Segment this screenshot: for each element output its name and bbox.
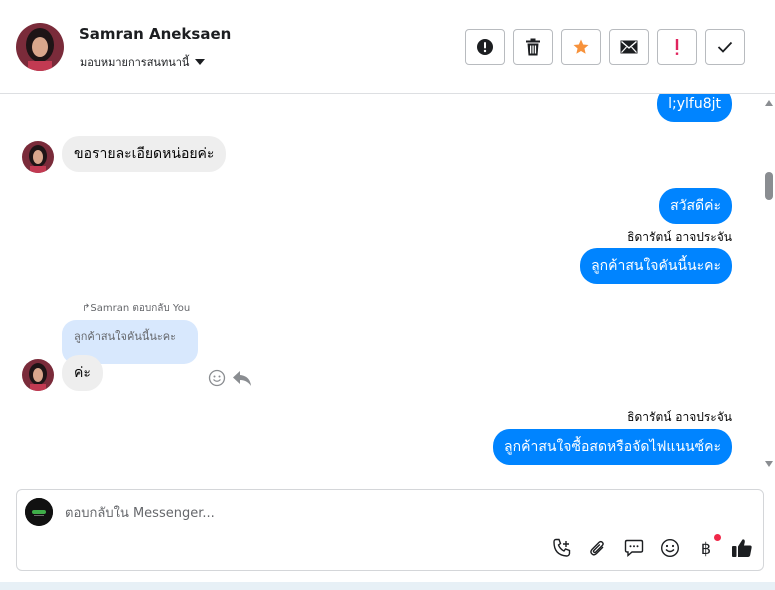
thumbs-up-icon	[732, 539, 752, 557]
message-thread[interactable]: l;ylfu8jt ขอรายละเอียดหน่อยค่ะ สวัสดีค่ะ…	[0, 94, 762, 478]
spam-button[interactable]	[657, 29, 697, 65]
delete-button[interactable]	[513, 29, 553, 65]
phone-plus-icon	[553, 538, 571, 557]
message-sender-name: ธิดารัตน์ อาจประจัน	[627, 410, 732, 424]
mark-done-button[interactable]	[705, 29, 745, 65]
header-actions	[465, 29, 745, 65]
scroll-down-arrow-icon[interactable]	[765, 461, 773, 467]
outgoing-message[interactable]: ลูกค้าสนใจซื้อสดหรือจัดไฟแนนซ์คะ	[493, 429, 732, 465]
outgoing-message[interactable]: ลูกค้าสนใจคันนี้นะคะ	[580, 248, 732, 284]
chat-bubble-icon	[624, 539, 644, 558]
composer-tools: ฿	[551, 534, 753, 559]
messenger-conversation-window: Samran Aneksaen มอบหมายการสนทนานี้ l;ylf…	[0, 0, 775, 590]
reply-meta-text: Samran ตอบกลับ You	[90, 303, 191, 314]
scrollbar-thumb[interactable]	[765, 172, 773, 200]
call-button[interactable]	[551, 537, 573, 559]
scroll-up-arrow-icon[interactable]	[765, 100, 773, 106]
mark-unread-button[interactable]	[609, 29, 649, 65]
contact-avatar[interactable]	[16, 23, 64, 71]
paperclip-icon	[590, 540, 604, 556]
emoji-icon	[660, 538, 680, 558]
emoji-button[interactable]	[659, 537, 681, 559]
attach-button[interactable]	[587, 537, 609, 559]
star-icon	[573, 39, 589, 54]
react-emoji-icon[interactable]	[208, 369, 226, 387]
message-sender-name: ธิดารัตน์ อาจประจัน	[627, 230, 732, 244]
star-button[interactable]	[561, 29, 601, 65]
assign-conversation-dropdown[interactable]: มอบหมายการสนทนานี้	[80, 53, 206, 71]
incoming-message[interactable]: ขอรายละเอียดหน่อยค่ะ	[62, 136, 227, 172]
incoming-message[interactable]: ค่ะ	[62, 355, 103, 391]
alert-circle-icon	[477, 39, 493, 55]
reply-icon[interactable]	[232, 369, 252, 387]
outgoing-message[interactable]: l;ylfu8jt	[657, 94, 732, 122]
contact-avatar-small	[22, 359, 54, 391]
reply-indicator: ↱Samran ตอบกลับ You	[82, 301, 190, 316]
reply-input[interactable]	[65, 502, 725, 524]
notification-dot	[714, 534, 721, 541]
message-composer: ฿	[16, 489, 764, 571]
envelope-icon	[620, 40, 638, 54]
assign-label: มอบหมายการสนทนานี้	[80, 56, 190, 69]
saved-replies-button[interactable]	[623, 537, 645, 559]
alert-button[interactable]	[465, 29, 505, 65]
baht-icon: ฿	[700, 538, 712, 558]
contact-name[interactable]: Samran Aneksaen	[79, 25, 231, 43]
page-avatar	[25, 498, 53, 526]
bottom-strip	[0, 582, 775, 590]
message-actions	[208, 369, 252, 387]
exclamation-icon	[675, 39, 679, 55]
conversation-header: Samran Aneksaen มอบหมายการสนทนานี้	[0, 0, 775, 94]
outgoing-message[interactable]: สวัสดีค่ะ	[659, 188, 732, 224]
check-icon	[717, 41, 733, 53]
like-button[interactable]	[731, 537, 753, 559]
payment-button[interactable]: ฿	[695, 534, 721, 559]
chevron-down-icon	[195, 59, 206, 65]
trash-icon	[526, 38, 540, 56]
thread-scrollbar[interactable]	[762, 94, 775, 474]
contact-avatar-small	[22, 141, 54, 173]
